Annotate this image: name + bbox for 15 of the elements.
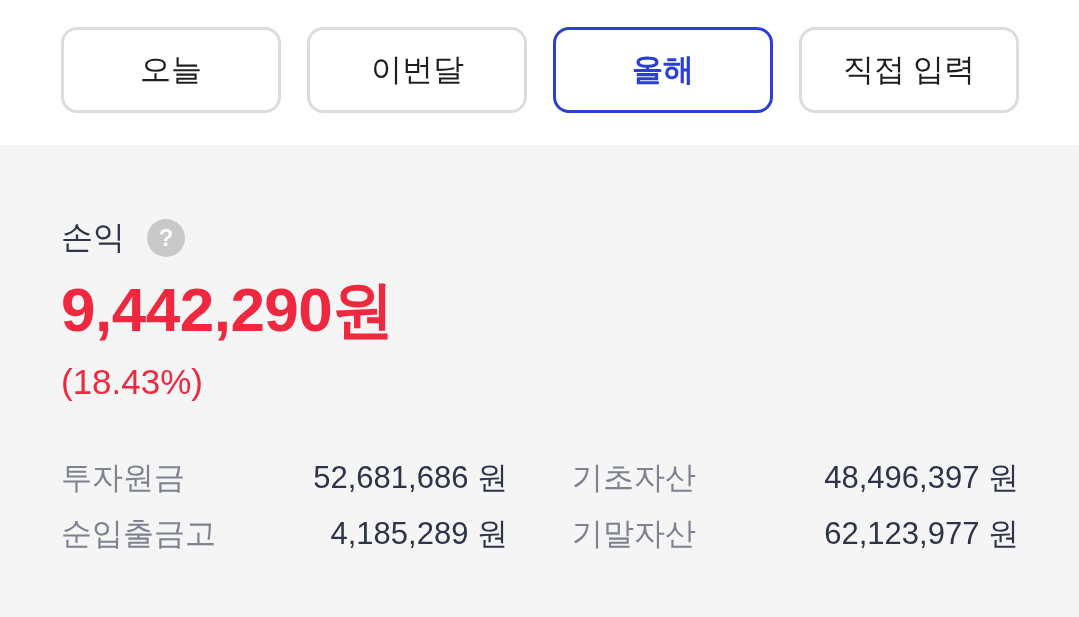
detail-label: 기말자산 — [572, 514, 696, 553]
profit-rate: (18.43%) — [61, 361, 205, 403]
detail-value: 62,123,977 원 — [824, 514, 1019, 553]
detail-value: 52,681,686 원 — [313, 459, 508, 497]
period-tab[interactable]: 이번달 — [307, 27, 527, 113]
period-tab[interactable]: 오늘 — [61, 27, 281, 113]
section-title: 손익 — [61, 218, 125, 257]
detail-label: 투자원금 — [61, 459, 185, 497]
detail-label: 기초자산 — [572, 459, 696, 497]
detail-label: 순입출금고 — [61, 514, 216, 553]
period-tab[interactable]: 올해 — [553, 27, 773, 113]
detail-value: 48,496,397 원 — [824, 459, 1019, 497]
profit-amount: 9,442,290원 — [61, 273, 395, 346]
period-tab[interactable]: 직접 입력 — [799, 27, 1019, 113]
detail-value: 4,185,289 원 — [330, 514, 508, 553]
